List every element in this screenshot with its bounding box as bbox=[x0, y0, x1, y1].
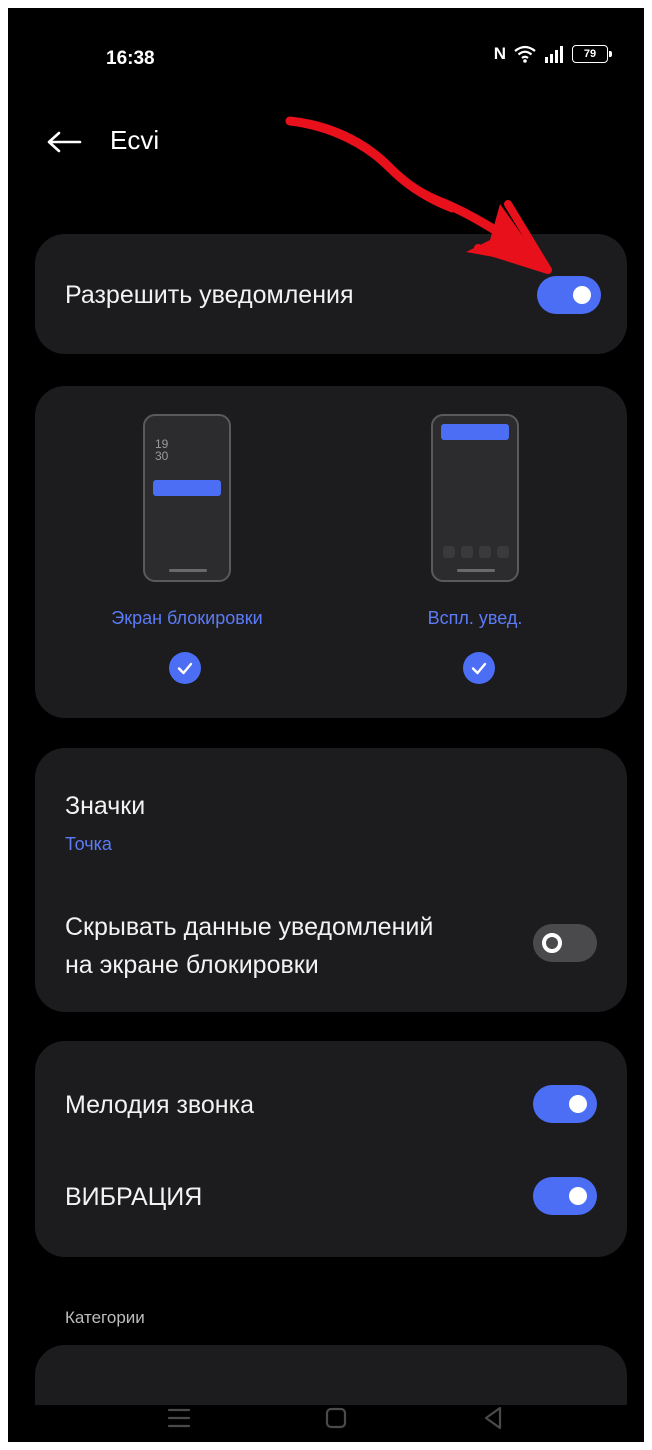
battery-level: 79 bbox=[583, 48, 597, 60]
vibration-label: ВИБРАЦИЯ bbox=[65, 1183, 203, 1211]
allow-notifications-label: Разрешить уведомления bbox=[65, 281, 354, 309]
preview-clock: 19 30 bbox=[155, 438, 168, 462]
preview-clock-minutes: 30 bbox=[155, 449, 169, 463]
back-nav-icon[interactable] bbox=[478, 1405, 508, 1433]
hide-label-line2: на экране блокировки bbox=[65, 951, 319, 979]
wifi-icon bbox=[514, 45, 536, 63]
toggle-knob bbox=[573, 286, 591, 304]
toggle-knob bbox=[569, 1095, 587, 1113]
dock-app-icon bbox=[461, 546, 473, 558]
vibration-toggle[interactable] bbox=[533, 1177, 597, 1215]
status-time: 16:38 bbox=[106, 48, 155, 69]
notification-style-card: 19 30 Экран блокировки Вспл. увед. bbox=[35, 386, 627, 718]
preview-notification-bar bbox=[441, 424, 509, 440]
lock-screen-checkbox[interactable] bbox=[169, 652, 201, 684]
categories-caption: Категории bbox=[65, 1308, 145, 1327]
ringtone-toggle[interactable] bbox=[533, 1085, 597, 1123]
navigation-bar bbox=[8, 1405, 644, 1442]
hide-notification-data-label: Скрывать данные уведомлений на экране бл… bbox=[65, 908, 433, 984]
check-icon bbox=[471, 662, 487, 675]
ringtone-label: Мелодия звонка bbox=[65, 1091, 255, 1119]
arrow-left-icon[interactable] bbox=[46, 130, 82, 154]
hide-label-line1: Скрывать данные уведомлений bbox=[65, 913, 434, 941]
categories-card[interactable] bbox=[35, 1345, 627, 1405]
menu-icon[interactable] bbox=[164, 1405, 194, 1433]
sound-card: Мелодия звонка ВИБРАЦИЯ bbox=[35, 1041, 627, 1257]
popup-checkbox[interactable] bbox=[463, 652, 495, 684]
allow-notifications-toggle[interactable] bbox=[537, 276, 601, 314]
signal-icon bbox=[545, 46, 563, 63]
battery-icon: 79 bbox=[572, 45, 612, 63]
badges-title[interactable]: Значки bbox=[65, 792, 145, 821]
toggle-knob bbox=[569, 1187, 587, 1205]
hide-notification-data-toggle[interactable] bbox=[533, 924, 597, 962]
lock-screen-label[interactable]: Экран блокировки bbox=[67, 608, 307, 629]
dock-app-icon bbox=[479, 546, 491, 558]
check-icon bbox=[177, 662, 193, 675]
badges-card: Значки Точка Скрывать данные уведомлений… bbox=[35, 748, 627, 1012]
page-title: Ecvi bbox=[110, 125, 160, 155]
nfc-icon: N bbox=[493, 44, 506, 63]
preview-home-indicator bbox=[457, 569, 495, 572]
preview-dock bbox=[443, 546, 509, 558]
preview-notification-bar bbox=[153, 480, 221, 496]
popup-label[interactable]: Вспл. увед. bbox=[355, 608, 595, 629]
dock-app-icon bbox=[443, 546, 455, 558]
preview-home-indicator bbox=[169, 569, 207, 572]
home-icon[interactable] bbox=[321, 1405, 351, 1433]
lock-screen-preview[interactable]: 19 30 bbox=[143, 414, 231, 582]
allow-notifications-card: Разрешить уведомления bbox=[35, 234, 627, 354]
screen: 16:38 N 79 Ecvi Разрешить уведомления 19… bbox=[8, 8, 644, 1442]
badges-value[interactable]: Точка bbox=[65, 834, 112, 855]
toggle-knob bbox=[542, 933, 562, 953]
status-icons: N 79 bbox=[493, 44, 612, 64]
dock-app-icon bbox=[497, 546, 509, 558]
popup-preview[interactable] bbox=[431, 414, 519, 582]
